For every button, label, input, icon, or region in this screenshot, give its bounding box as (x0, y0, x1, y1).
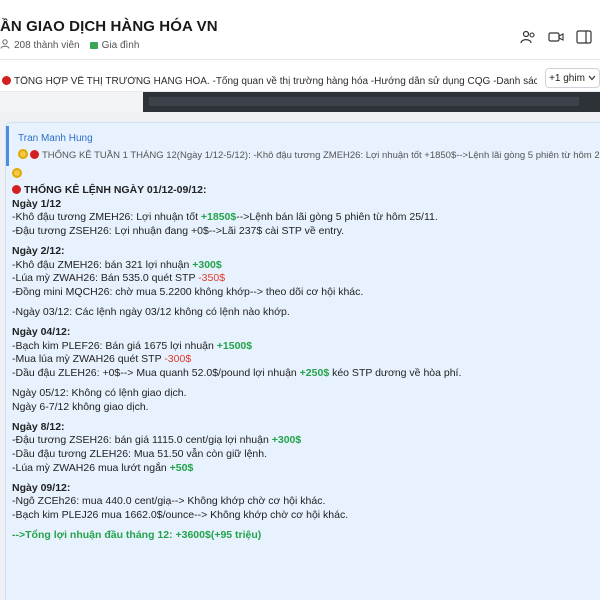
loss-value: -300$ (164, 353, 192, 366)
trade-text: -Khô đậu tương ZMEH26: Lợi nhuận tốt (12, 211, 201, 224)
red-circle-icon (30, 150, 39, 159)
red-circle-icon (12, 185, 21, 194)
pinned-message[interactable]: TỔNG HỢP VỀ THỊ TRƯỜNG HÀNG HÓA. -Tổng q… (2, 76, 537, 87)
trade-line: -Đậu tương ZSEH26: Lợi nhuận đang +0$-->… (12, 224, 345, 237)
image-preview (149, 97, 579, 106)
trade-line: -Đồng mini MQCH26: chờ mua 5.2200 không … (12, 285, 364, 298)
chevron-down-icon (588, 75, 596, 81)
day-heading: Ngày 04/12: (12, 326, 71, 339)
trade-line: -Dầu đậu ZLEH26: +0$--> Mua quanh 52.0$/… (12, 367, 597, 381)
message-body: THỐNG KÊ LỆNH NGÀY 01/12-09/12: Ngày 1/1… (12, 184, 597, 543)
trade-line: -Ngô ZCEh26: mua 440.0 cent/giạ--> Không… (12, 495, 326, 508)
trade-text: -Bạch kim PLEF26: Bán giá 1675 lợi nhuận (12, 339, 217, 352)
members-icon (0, 39, 10, 52)
sidebar-toggle-icon[interactable] (576, 30, 592, 44)
group-meta: 208 thành viên Gia đình (0, 39, 139, 52)
member-count[interactable]: 208 thành viên (14, 40, 80, 51)
group-title[interactable]: ẦN GIAO DỊCH HÀNG HÓA VN (0, 18, 218, 35)
day-heading: Ngày 2/12: (12, 244, 65, 257)
add-member-icon[interactable] (520, 30, 536, 44)
loss-value: -350$ (198, 272, 226, 285)
total-profit-line: -->Tổng lợi nhuận đầu tháng 12: +3600$(+… (12, 529, 262, 542)
trade-line: -Lúa mỳ ZWAH26: Bán 535.0 quét STP -350$ (12, 272, 597, 286)
trade-line: -Lúa mỳ ZWAH26 mua lướt ngắn +50$ (12, 462, 597, 476)
quote-text: THỐNG KÊ TUẦN 1 THÁNG 12(Ngày 1/12-5/12)… (18, 149, 600, 161)
day-heading: Ngày 09/12: (12, 481, 71, 494)
trade-text: -Lúa mỳ ZWAH26 mua lướt ngắn (12, 461, 170, 474)
profit-value: +300$ (271, 434, 302, 447)
header-actions (520, 30, 592, 44)
trade-line: Ngày 05/12: Không có lệnh giao dịch. (12, 387, 187, 400)
trade-text: -Đậu tương ZSEH26: bán giá 1115.0 cent/g… (12, 434, 272, 447)
trade-line: -Khô đậu tương ZMEH26: Lợi nhuận tốt +18… (12, 211, 597, 225)
trade-line: -Ngày 03/12: Các lệnh ngày 03/12 không c… (12, 305, 290, 318)
tag-icon (89, 42, 98, 49)
group-category[interactable]: Gia đình (102, 40, 140, 51)
trade-line: -Dầu đậu tương ZLEH26: Mua 51.50 vẫn còn… (12, 448, 268, 461)
video-call-icon[interactable] (548, 30, 564, 44)
trade-text: -Lúa mỳ ZWAH26: Bán 535.0 quét STP (12, 272, 199, 285)
trade-text: -->Lệnh bán lãi gòng 5 phiên từ hôm 25/1… (236, 211, 438, 224)
profit-value: +1500$ (216, 339, 253, 352)
trade-line: -Khô đậu ZMEH26: bán 321 lợi nhuận +300$ (12, 259, 597, 273)
group-header: ẦN GIAO DỊCH HÀNG HÓA VN 208 thành viên … (0, 0, 600, 60)
message-heading: THỐNG KÊ LỆNH NGÀY 01/12-09/12: (12, 184, 597, 198)
trade-line: -Đậu tương ZSEH26: bán giá 1115.0 cent/g… (12, 434, 597, 448)
flower-emoji-icon (18, 149, 28, 159)
image-preview-strip[interactable] (143, 92, 600, 112)
day-heading: Ngày 8/12: (12, 420, 65, 433)
message-heading-text: THỐNG KÊ LỆNH NGÀY 01/12-09/12: (24, 184, 207, 196)
pinned-message-text: TỔNG HỢP VỀ THỊ TRƯỜNG HÀNG HÓA. -Tổng q… (14, 76, 537, 87)
trade-text: -Dầu đậu ZLEH26: +0$--> Mua quanh 52.0$/… (12, 366, 300, 379)
trade-line: Ngày 6-7/12 không giao dịch. (12, 400, 149, 413)
more-pins-button[interactable]: +1 ghim (545, 68, 600, 88)
trade-line: -Mua lúa mỳ ZWAH26 quét STP -300$ (12, 353, 597, 367)
profit-value: +250$ (299, 366, 330, 379)
profit-value: +300$ (192, 258, 222, 271)
more-pins-label: +1 ghim (549, 72, 585, 84)
flower-emoji-icon (12, 168, 22, 178)
trade-line: -Bạch kim PLEJ26 mua 1662.0$/ounce--> Kh… (12, 509, 349, 522)
profit-value: +50$ (169, 461, 194, 474)
day-heading: Ngày 1/12 (12, 197, 62, 210)
profit-value: +1850$ (200, 211, 237, 224)
quote-text-content: THỐNG KÊ TUẦN 1 THÁNG 12(Ngày 1/12-5/12)… (42, 150, 600, 161)
red-circle-icon (2, 76, 11, 85)
quote-sender-name[interactable]: Tran Manh Hung (18, 133, 93, 144)
trade-text: kéo STP dương về hòa phí. (329, 366, 462, 379)
trade-line: -Bạch kim PLEF26: Bán giá 1675 lợi nhuận… (12, 340, 597, 354)
trade-text: -Mua lúa mỳ ZWAH26 quét STP (12, 353, 165, 366)
trade-text: -Khô đậu ZMEH26: bán 321 lợi nhuận (12, 258, 193, 271)
